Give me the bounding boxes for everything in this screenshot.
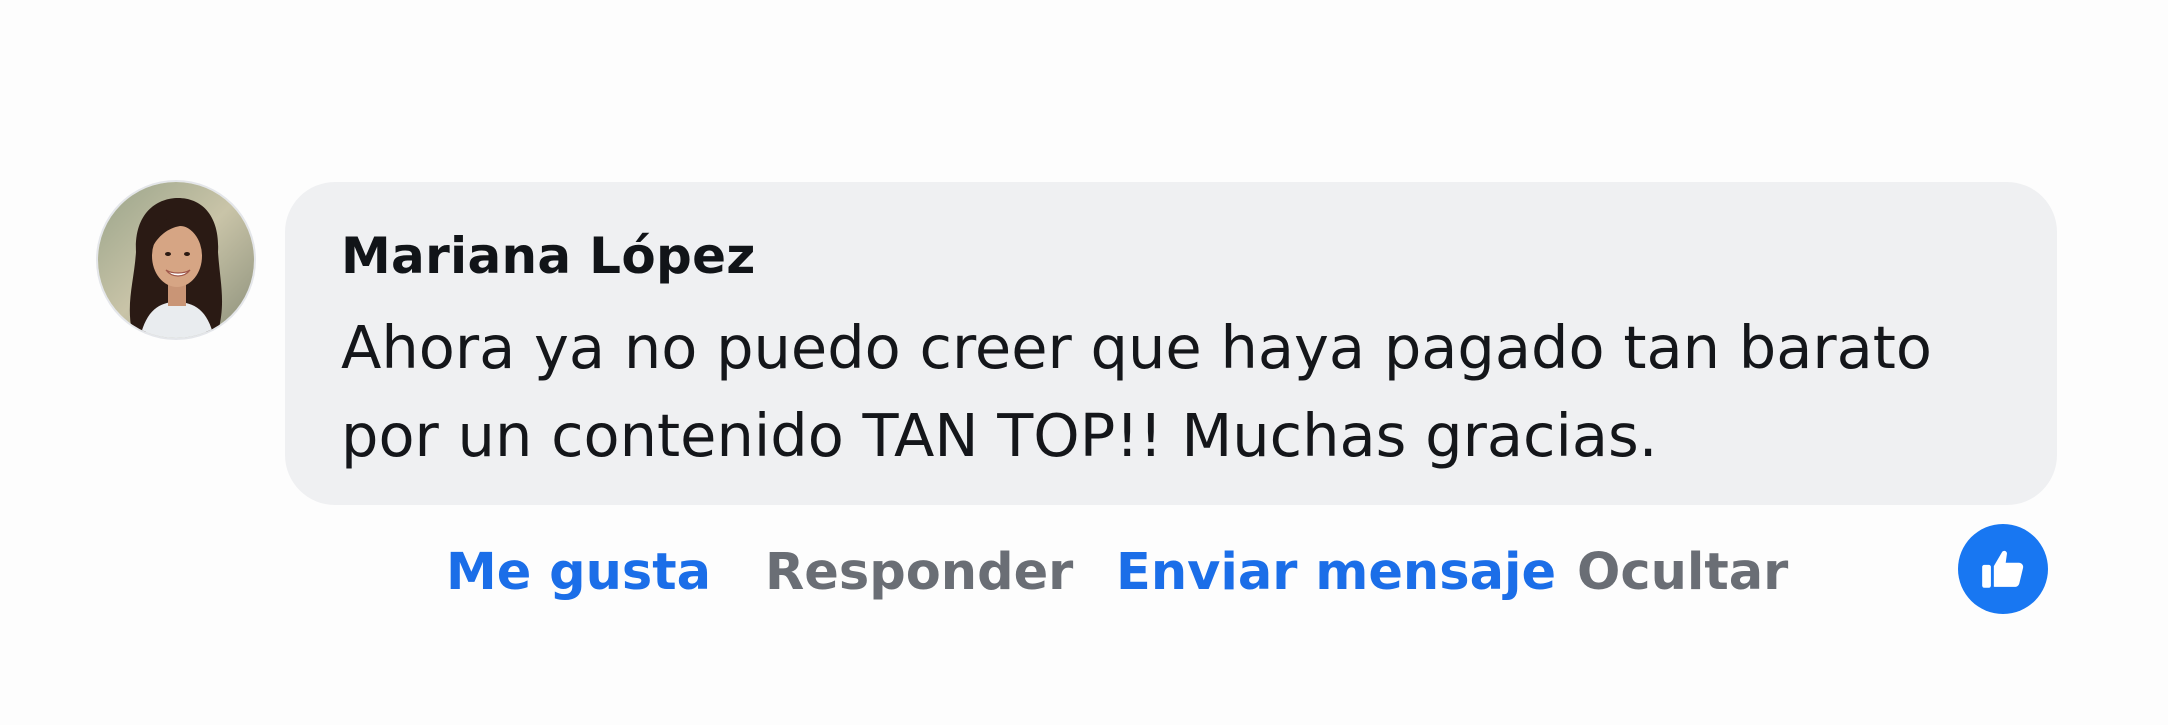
comment-actions: Me gusta Responder Enviar mensaje Oculta… (0, 538, 2168, 608)
avatar[interactable] (98, 182, 254, 338)
profile-photo-icon (98, 182, 254, 338)
like-reaction-badge[interactable] (1958, 524, 2048, 614)
comment-author[interactable]: Mariana López (341, 224, 2001, 288)
hide-button[interactable]: Ocultar (1577, 538, 1788, 608)
send-message-button[interactable]: Enviar mensaje (1116, 538, 1556, 608)
thumbs-up-icon (1982, 550, 2024, 588)
comment-bubble: Mariana López Ahora ya no puedo creer qu… (285, 182, 2057, 505)
reply-button[interactable]: Responder (765, 538, 1073, 608)
like-button[interactable]: Me gusta (446, 538, 711, 608)
comment-card: Mariana López Ahora ya no puedo creer qu… (0, 0, 2168, 725)
comment-text: Ahora ya no puedo creer que haya pagado … (341, 313, 1933, 470)
